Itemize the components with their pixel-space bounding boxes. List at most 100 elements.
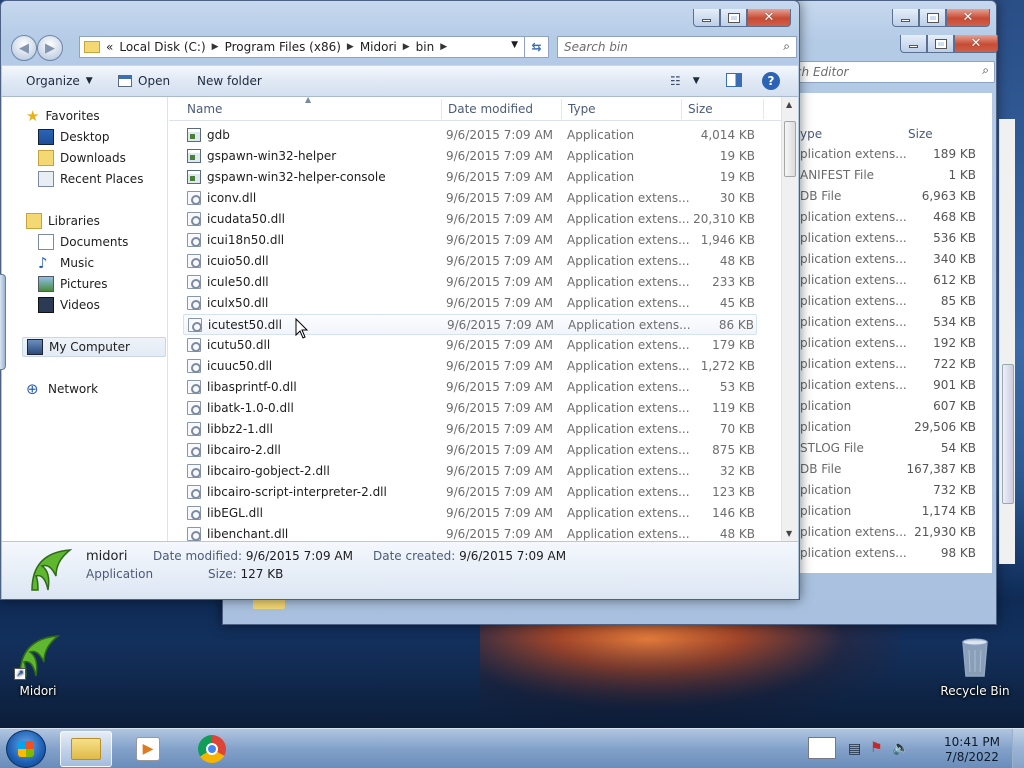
- maximize-button[interactable]: [919, 9, 946, 27]
- chevron-right-icon[interactable]: ▶: [347, 42, 354, 52]
- minimize-button[interactable]: [892, 9, 919, 27]
- list-item[interactable]: plication extens... 534 KB: [798, 315, 978, 336]
- table-row[interactable]: libcairo-script-interpreter-2.dll 9/6/201…: [183, 482, 757, 503]
- table-row[interactable]: libasprintf-0.dll 9/6/2015 7:09 AM Applica…: [183, 377, 757, 398]
- nav-music[interactable]: ♪ Music: [38, 253, 94, 273]
- minimize-button[interactable]: [693, 9, 720, 27]
- vertical-scrollbar[interactable]: ▲ ▼: [781, 97, 798, 541]
- table-row[interactable]: icutest50.dll 9/6/2015 7:09 AM Application…: [183, 314, 757, 335]
- breadcrumb-local-disk[interactable]: Local Disk (C:): [119, 40, 205, 54]
- nav-documents[interactable]: Documents: [38, 232, 128, 252]
- table-row[interactable]: gspawn-win32-helper-console 9/6/2015 7:09…: [183, 167, 757, 188]
- taskbar-explorer[interactable]: [60, 731, 112, 767]
- network-status-icon[interactable]: ▤: [848, 741, 861, 757]
- column-header-size[interactable]: Size: [908, 127, 933, 141]
- close-button[interactable]: ✕: [946, 9, 990, 27]
- table-row[interactable]: icule50.dll 9/6/2015 7:09 AM Application e…: [183, 272, 757, 293]
- list-item[interactable]: plication extens... 192 KB: [798, 336, 978, 357]
- list-item[interactable]: DB File 167,387 KB: [798, 462, 978, 483]
- open-button[interactable]: Open: [118, 74, 170, 88]
- list-item[interactable]: plication 607 KB: [798, 399, 978, 420]
- view-options-button[interactable]: ☷ ▼: [670, 74, 700, 88]
- volume-icon[interactable]: 🔈: [892, 740, 909, 756]
- back-button[interactable]: ◀: [11, 35, 37, 61]
- list-item[interactable]: plication extens... 340 KB: [798, 252, 978, 273]
- list-item[interactable]: plication extens... 901 KB: [798, 378, 978, 399]
- table-row[interactable]: icui18n50.dll 9/6/2015 7:09 AM Application…: [183, 230, 757, 251]
- column-header-name[interactable]: Name: [187, 102, 222, 116]
- nav-favorites[interactable]: ★ Favorites: [26, 106, 100, 126]
- back-search-input[interactable]: rch Editor ⌕: [783, 61, 995, 83]
- table-row[interactable]: icuio50.dll 9/6/2015 7:09 AM Application e…: [183, 251, 757, 272]
- list-item[interactable]: plication extens... 98 KB: [798, 546, 978, 567]
- scroll-down-icon[interactable]: ▼: [786, 529, 792, 538]
- column-header-size[interactable]: Size: [688, 102, 713, 116]
- nav-pictures[interactable]: Pictures: [38, 274, 108, 294]
- preview-pane-button[interactable]: [726, 73, 742, 87]
- chevron-right-icon[interactable]: ▶: [212, 42, 219, 52]
- nav-downloads[interactable]: Downloads: [38, 148, 126, 168]
- explorer-window[interactable]: ✕ ◀ ▶ « Local Disk (C:) ▶ Program Files …: [0, 0, 800, 600]
- maximize-button[interactable]: [927, 35, 954, 53]
- action-center-icon[interactable]: ⚑: [870, 740, 883, 756]
- nav-recent-places[interactable]: Recent Places: [38, 169, 143, 189]
- new-folder-button[interactable]: New folder: [197, 74, 262, 88]
- organize-button[interactable]: Organize ▼: [26, 74, 93, 88]
- table-row[interactable]: libEGL.dll 9/6/2015 7:09 AM Application ex…: [183, 503, 757, 524]
- list-item[interactable]: plication 1,174 KB: [798, 504, 978, 525]
- table-row[interactable]: icutu50.dll 9/6/2015 7:09 AM Application e…: [183, 335, 757, 356]
- table-row[interactable]: libcairo-gobject-2.dll 9/6/2015 7:09 AM Ap…: [183, 461, 757, 482]
- table-row[interactable]: iconv.dll 9/6/2015 7:09 AM Application ext…: [183, 188, 757, 209]
- clock[interactable]: 10:41 PM 7/8/2022: [944, 735, 1000, 765]
- nav-desktop[interactable]: Desktop: [38, 127, 110, 147]
- column-header-type[interactable]: Type: [568, 102, 596, 116]
- start-button[interactable]: [6, 730, 46, 768]
- help-button[interactable]: ?: [762, 72, 780, 90]
- taskbar-media-player[interactable]: ▶: [122, 731, 174, 767]
- list-item[interactable]: plication extens... 612 KB: [798, 273, 978, 294]
- close-button[interactable]: ✕: [747, 9, 791, 27]
- chevron-right-icon[interactable]: ▶: [403, 42, 410, 52]
- table-row[interactable]: libbz2-1.dll 9/6/2015 7:09 AM Application …: [183, 419, 757, 440]
- breadcrumb-bin[interactable]: bin: [416, 40, 435, 54]
- pen-input-icon[interactable]: [808, 737, 836, 759]
- nav-libraries[interactable]: Libraries: [26, 211, 100, 231]
- show-desktop-button[interactable]: [1012, 729, 1024, 768]
- breadcrumb-midori[interactable]: Midori: [360, 40, 397, 54]
- list-item[interactable]: DB File 6,963 KB: [798, 189, 978, 210]
- close-button[interactable]: ✕: [954, 35, 998, 53]
- list-item[interactable]: plication extens... 189 KB: [798, 147, 978, 168]
- scroll-thumb[interactable]: [784, 121, 796, 177]
- address-dropdown-icon[interactable]: ▼: [511, 40, 518, 50]
- table-row[interactable]: libenchant.dll 9/6/2015 7:09 AM Applicatio…: [183, 524, 757, 541]
- search-input[interactable]: Search bin ⌕: [557, 36, 797, 58]
- table-row[interactable]: libatk-1.0-0.dll 9/6/2015 7:09 AM Applicat…: [183, 398, 757, 419]
- table-row[interactable]: icudata50.dll 9/6/2015 7:09 AM Application…: [183, 209, 757, 230]
- list-item[interactable]: ANIFEST File 1 KB: [798, 168, 978, 189]
- column-header-type[interactable]: ype: [800, 127, 822, 141]
- breadcrumb-overflow[interactable]: «: [106, 40, 113, 54]
- list-item[interactable]: plication extens... 536 KB: [798, 231, 978, 252]
- breadcrumb-program-files[interactable]: Program Files (x86): [225, 40, 341, 54]
- list-item[interactable]: STLOG File 54 KB: [798, 441, 978, 462]
- desktop-icon-midori[interactable]: ↗ Midori: [0, 632, 76, 698]
- list-item[interactable]: plication extens... 21,930 KB: [798, 525, 978, 546]
- forward-button[interactable]: ▶: [37, 35, 63, 61]
- list-item[interactable]: plication extens... 85 KB: [798, 294, 978, 315]
- desktop-icon-recycle-bin[interactable]: Recycle Bin: [937, 632, 1013, 698]
- minimize-button[interactable]: [900, 35, 927, 53]
- table-row[interactable]: iculx50.dll 9/6/2015 7:09 AM Application e…: [183, 293, 757, 314]
- list-item[interactable]: plication extens... 722 KB: [798, 357, 978, 378]
- table-row[interactable]: gspawn-win32-helper 9/6/2015 7:09 AM Appli…: [183, 146, 757, 167]
- list-item[interactable]: plication extens... 468 KB: [798, 210, 978, 231]
- maximize-button[interactable]: [720, 9, 747, 27]
- address-bar[interactable]: « Local Disk (C:) ▶ Program Files (x86) …: [79, 36, 525, 58]
- table-row[interactable]: icuuc50.dll 9/6/2015 7:09 AM Application e…: [183, 356, 757, 377]
- column-header-date[interactable]: Date modified: [448, 102, 533, 116]
- nav-videos[interactable]: Videos: [38, 295, 100, 315]
- nav-network[interactable]: ⊕ Network: [26, 379, 98, 399]
- scroll-up-icon[interactable]: ▲: [786, 100, 792, 109]
- nav-my-computer[interactable]: My Computer: [22, 337, 166, 357]
- list-item[interactable]: plication 732 KB: [798, 483, 978, 504]
- refresh-button[interactable]: ⇆: [525, 36, 549, 58]
